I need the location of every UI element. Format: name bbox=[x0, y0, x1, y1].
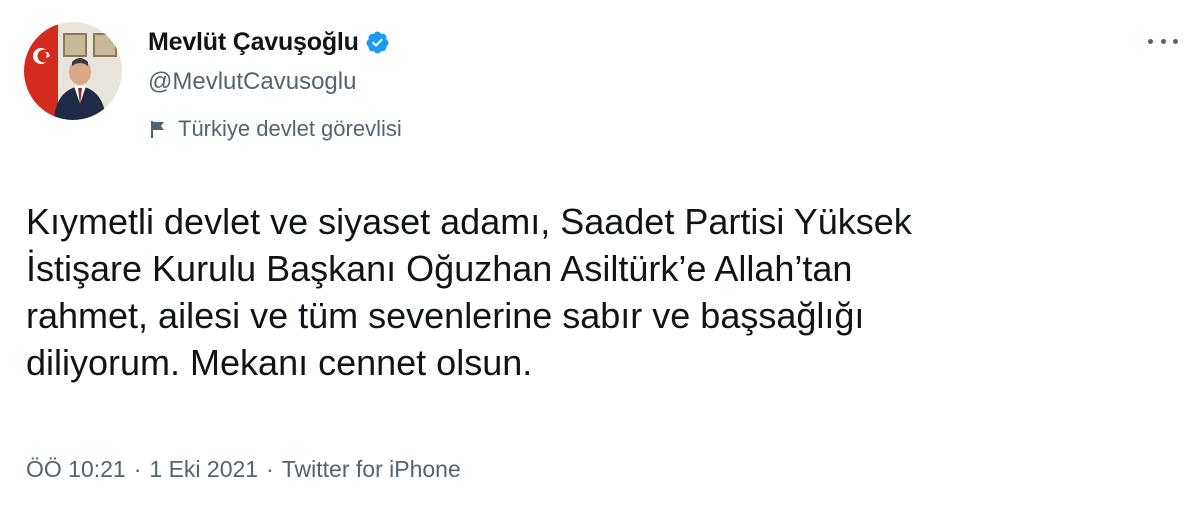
tweet-text-line: diliyorum. Mekanı cennet olsun. bbox=[26, 342, 533, 383]
meta-separator: · bbox=[266, 456, 274, 482]
display-name[interactable]: Mevlüt Çavuşoğlu bbox=[148, 28, 359, 57]
flag-icon bbox=[148, 119, 168, 139]
author-handle[interactable]: @MevlutCavusoglu bbox=[148, 68, 356, 96]
tweet-text-line: rahmet, ailesi ve tüm sevenlerine sabır … bbox=[26, 295, 865, 336]
avatar[interactable] bbox=[24, 22, 122, 120]
author-name-row[interactable]: Mevlüt Çavuşoğlu bbox=[148, 24, 390, 60]
more-options-icon[interactable] bbox=[1148, 34, 1178, 48]
tweet-date[interactable]: 1 Eki 2021 bbox=[149, 456, 258, 483]
tweet-card: Mevlüt Çavuşoğlu @MevlutCavusoglu Türkiy… bbox=[0, 0, 1200, 513]
tweet-source[interactable]: Twitter for iPhone bbox=[282, 456, 461, 483]
tweet-text: Kıymetli devlet ve siyaset adamı, Saadet… bbox=[26, 198, 1176, 386]
account-label-text: Türkiye devlet görevlisi bbox=[178, 116, 402, 141]
tweet-text-line: Kıymetli devlet ve siyaset adamı, Saadet… bbox=[26, 201, 912, 242]
tweet-text-line: İstişare Kurulu Başkanı Oğuzhan Asiltürk… bbox=[26, 248, 853, 289]
account-label[interactable]: Türkiye devlet görevlisi bbox=[148, 116, 402, 142]
meta-separator: · bbox=[133, 456, 142, 482]
tweet-meta: ÖÖ 10:21 · 1 Eki 2021 · Twitter for iPho… bbox=[26, 456, 461, 483]
tweet-time[interactable]: ÖÖ 10:21 bbox=[26, 456, 126, 483]
verified-badge-icon bbox=[365, 30, 390, 55]
